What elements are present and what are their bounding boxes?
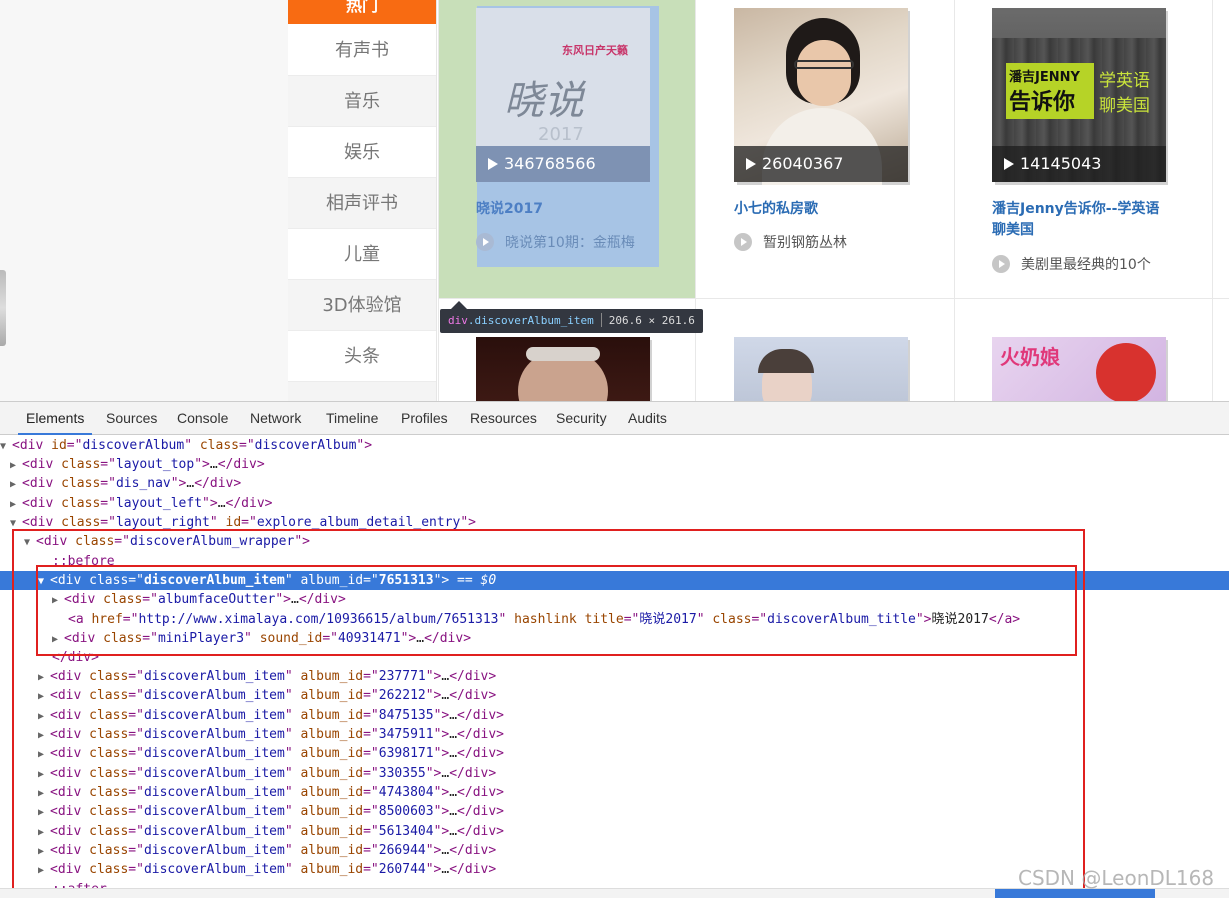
tab-network[interactable]: Network bbox=[250, 402, 301, 435]
play-count-bar-1: 346768566 bbox=[476, 146, 650, 182]
album-cover-6[interactable]: 火奶娘 bbox=[992, 337, 1168, 401]
play-circle-icon[interactable] bbox=[992, 255, 1010, 273]
album-latest-track-3[interactable]: 美剧里最经典的10个 bbox=[992, 255, 1151, 275]
devtools-panel: Elements Sources Console Network Timelin… bbox=[0, 401, 1229, 898]
watermark: CSDN @LeonDL168 bbox=[1018, 866, 1215, 890]
album-latest-track-2[interactable]: 暂别钢筋丛林 bbox=[734, 233, 847, 253]
tab-elements[interactable]: Elements bbox=[18, 402, 93, 435]
category-more[interactable] bbox=[288, 382, 436, 401]
album-title-2[interactable]: 小七的私房歌 bbox=[734, 199, 818, 220]
tab-profiles[interactable]: Profiles bbox=[401, 402, 448, 435]
annotation-box-selected-item bbox=[36, 565, 1077, 656]
album-title-1[interactable]: 晓说2017 bbox=[476, 199, 543, 220]
edge-thumbnail bbox=[0, 270, 6, 346]
album-grid: 东风日产天籁 晓说 2017 346768566 晓说2017 晓说第10期：金… bbox=[438, 0, 1229, 401]
dom-row-discoverAlbum[interactable]: ▼ <div id="discoverAlbum" class="discover… bbox=[0, 436, 1229, 455]
breadcrumb-selected[interactable] bbox=[995, 889, 1155, 898]
cover-logo-text: 晓说 bbox=[504, 78, 584, 124]
category-headline[interactable]: 头条 bbox=[288, 331, 436, 382]
album-cover-5[interactable] bbox=[734, 337, 910, 401]
album-cover-1[interactable]: 东风日产天籁 晓说 2017 346768566 bbox=[476, 8, 652, 185]
dom-row-dis-nav[interactable]: ▶ <div class="dis_nav">…</div> bbox=[0, 474, 1229, 493]
album-latest-track-1[interactable]: 晓说第10期：金瓶梅 bbox=[476, 233, 635, 253]
webpage-viewport: 热门 有声书 音乐 娱乐 相声评书 儿童 3D体验馆 头条 东风日产天籁 晓说 … bbox=[0, 0, 1229, 401]
category-nav: 热门 有声书 音乐 娱乐 相声评书 儿童 3D体验馆 头条 bbox=[288, 0, 437, 401]
category-children[interactable]: 儿童 bbox=[288, 229, 436, 280]
category-crosstalk[interactable]: 相声评书 bbox=[288, 178, 436, 229]
category-music[interactable]: 音乐 bbox=[288, 76, 436, 127]
album-cover-2[interactable]: 26040367 bbox=[734, 8, 910, 185]
play-icon bbox=[746, 158, 756, 170]
dom-row-layout-top[interactable]: ▶ <div class="layout_top">…</div> bbox=[0, 455, 1229, 474]
play-circle-icon[interactable] bbox=[476, 233, 494, 251]
play-icon bbox=[488, 158, 498, 170]
category-hot[interactable]: 热门 bbox=[288, 0, 436, 24]
cover-sponsor-text: 东风日产天籁 bbox=[562, 44, 628, 57]
play-circle-icon[interactable] bbox=[734, 233, 752, 251]
tab-resources[interactable]: Resources bbox=[470, 402, 537, 435]
category-audiobook[interactable]: 有声书 bbox=[288, 25, 436, 76]
tab-timeline[interactable]: Timeline bbox=[326, 402, 378, 435]
tooltip-arrow bbox=[451, 301, 467, 309]
play-count-bar-2: 26040367 bbox=[734, 146, 908, 182]
tab-audits[interactable]: Audits bbox=[628, 402, 667, 435]
category-3d[interactable]: 3D体验馆 bbox=[288, 280, 436, 331]
play-count-bar-3: 14145043 bbox=[992, 146, 1166, 182]
album-title-3[interactable]: 潘吉Jenny告诉你--学英语聊美国 bbox=[992, 199, 1172, 241]
tab-sources[interactable]: Sources bbox=[106, 402, 157, 435]
album-cover-3[interactable]: 潘吉JENNY 告诉你 学英语 聊美国 14145043 bbox=[992, 8, 1168, 185]
devtools-tabbar: Elements Sources Console Network Timelin… bbox=[0, 402, 1229, 435]
play-icon bbox=[1004, 158, 1014, 170]
category-entertainment[interactable]: 娱乐 bbox=[288, 127, 436, 178]
cover-year-text: 2017 bbox=[538, 124, 584, 145]
left-blank-area bbox=[0, 0, 288, 401]
inspect-tooltip: div.discoverAlbum_item 206.6 × 261.6 bbox=[440, 309, 703, 333]
tab-console[interactable]: Console bbox=[177, 402, 228, 435]
album-cover-4[interactable] bbox=[476, 337, 652, 401]
dom-row-layout-left[interactable]: ▶ <div class="layout_left">…</div> bbox=[0, 494, 1229, 513]
tab-security[interactable]: Security bbox=[556, 402, 607, 435]
